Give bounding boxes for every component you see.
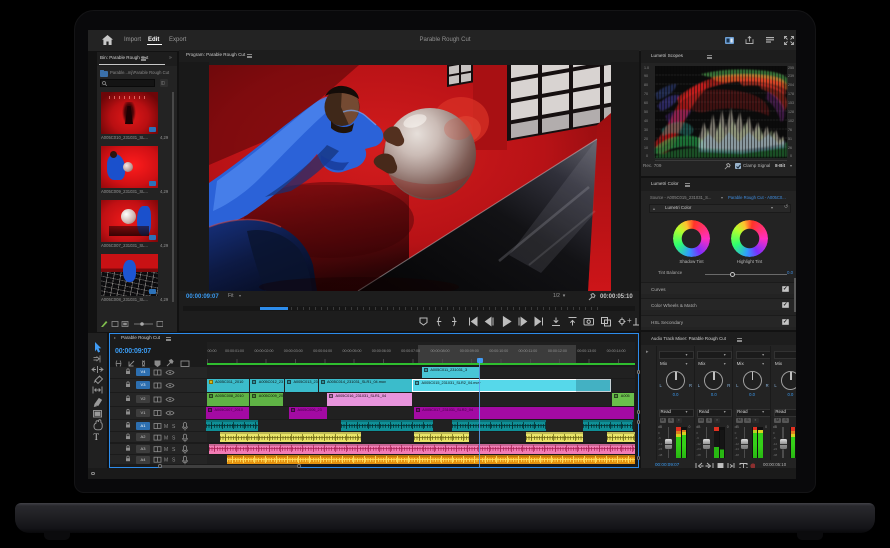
svg-text:51: 51: [788, 137, 792, 141]
svg-text:178: 178: [788, 92, 794, 96]
svg-text:0: 0: [790, 154, 792, 158]
svg-text:80: 80: [644, 83, 648, 87]
svg-text:239: 239: [788, 74, 794, 78]
svg-text:40: 40: [644, 119, 648, 123]
svg-text:20: 20: [644, 137, 648, 141]
svg-text:60: 60: [644, 101, 648, 105]
svg-text:76: 76: [788, 128, 792, 132]
svg-text:M: M: [164, 424, 168, 430]
svg-text:102: 102: [788, 119, 794, 123]
svg-text:T: T: [94, 432, 100, 442]
svg-text:128: 128: [788, 110, 794, 114]
svg-text:30: 30: [644, 128, 648, 132]
svg-text:1.0: 1.0: [644, 66, 649, 70]
svg-text:255: 255: [788, 66, 794, 70]
svg-text:90: 90: [644, 74, 648, 78]
svg-text:153: 153: [788, 101, 794, 105]
svg-text:50: 50: [644, 110, 648, 114]
svg-text:70: 70: [644, 92, 648, 96]
svg-text:S: S: [172, 424, 176, 430]
svg-text:204: 204: [788, 83, 794, 87]
svg-text:10: 10: [644, 146, 648, 150]
svg-text:26: 26: [788, 146, 792, 150]
svg-text:0: 0: [646, 154, 648, 158]
